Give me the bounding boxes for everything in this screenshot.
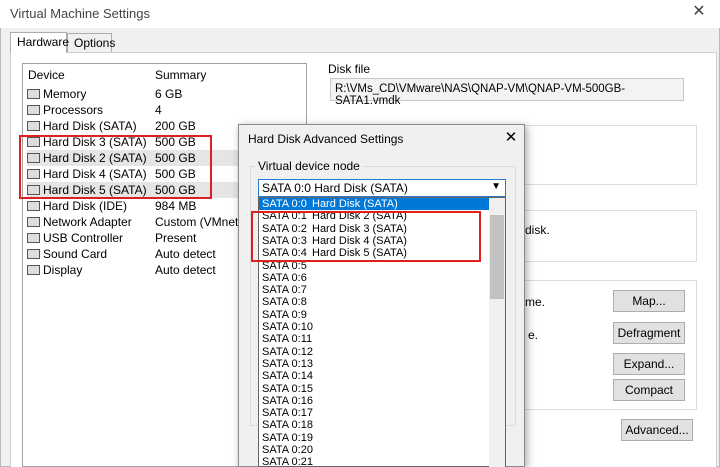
device-node-label: Virtual device node [256, 159, 362, 173]
device-column-header[interactable]: Device [28, 68, 65, 82]
dropdown-option[interactable]: SATA 0:7 [259, 284, 489, 296]
map-button[interactable]: Map... [613, 290, 685, 312]
option-node: SATA 0:16 [262, 394, 313, 407]
dropdown-option[interactable]: SATA 0:0 Hard Disk (SATA) [259, 198, 489, 211]
defragment-button[interactable]: Defragment [613, 322, 685, 344]
partial-text-e: e. [528, 328, 539, 342]
dropdown-option[interactable]: SATA 0:14 [259, 370, 489, 382]
dropdown-option[interactable]: SATA 0:21 [259, 456, 489, 467]
disk-file-path: R:\VMs_CD\VMware\NAS\QNAP-VM\QNAP-VM-500… [335, 83, 626, 107]
dropdown-option[interactable]: SATA 0:17 [259, 407, 489, 419]
device-node-selected: SATA 0:0 Hard Disk (SATA) [262, 181, 408, 195]
dropdown-option[interactable]: SATA 0:10 [259, 321, 489, 333]
option-node: SATA 0:14 [262, 370, 313, 383]
device-icon [27, 89, 40, 99]
device-name: Processors [43, 103, 104, 117]
option-node: SATA 0:18 [262, 419, 313, 432]
device-icon [27, 249, 40, 259]
option-node: SATA 0:12 [262, 345, 313, 358]
device-icon [27, 233, 40, 243]
annotation-box-options [251, 211, 481, 262]
device-node-select[interactable]: SATA 0:0 Hard Disk (SATA) ▼ [258, 179, 506, 197]
device-name: Network Adapter [43, 215, 132, 229]
disk-file-field[interactable]: R:\VMs_CD\VMware\NAS\QNAP-VM\QNAP-VM-500… [330, 78, 684, 107]
advanced-button[interactable]: Advanced... [621, 419, 693, 441]
option-device: Hard Disk (SATA) [312, 198, 398, 210]
option-node: SATA 0:8 [262, 296, 307, 309]
option-node: SATA 0:9 [262, 308, 307, 321]
expand-button[interactable]: Expand... [613, 353, 685, 375]
dropdown-option[interactable]: SATA 0:19 [259, 432, 489, 444]
tab-options[interactable]: Options [67, 33, 115, 52]
option-node: SATA 0:6 [262, 271, 307, 284]
partial-text-disk: disk. [525, 223, 550, 237]
summary-column-header[interactable]: Summary [155, 68, 206, 82]
disk-file-label: Disk file [328, 62, 371, 76]
chevron-down-icon[interactable]: ▼ [491, 181, 501, 192]
close-icon[interactable]: ✕ [686, 2, 712, 24]
device-summary: 6 GB [155, 87, 183, 101]
device-row[interactable]: Memory 6 GB [27, 86, 307, 102]
dropdown-option[interactable]: SATA 0:6 [259, 272, 489, 284]
dropdown-option[interactable]: SATA 0:12 [259, 346, 489, 358]
option-node: SATA 0:13 [262, 357, 313, 370]
title-bar: Virtual Machine Settings ✕ [0, 0, 720, 28]
option-node: SATA 0:17 [262, 407, 313, 420]
dropdown-option[interactable]: SATA 0:16 [259, 395, 489, 407]
device-summary: 4 [155, 103, 162, 117]
option-node: SATA 0:10 [262, 321, 313, 333]
device-summary: 200 GB [155, 119, 196, 133]
partial-text-me: me. [525, 295, 546, 309]
option-node: SATA 0:11 [262, 333, 313, 346]
device-summary: Custom (VMnet1) [155, 215, 250, 229]
dropdown-option[interactable]: SATA 0:8 [259, 296, 489, 308]
dropdown-option[interactable]: SATA 0:20 [259, 444, 489, 456]
device-icon [27, 201, 40, 211]
dropdown-option[interactable]: SATA 0:15 [259, 383, 489, 395]
option-node: SATA 0:21 [262, 456, 313, 467]
device-row[interactable]: Processors 4 [27, 102, 307, 118]
option-node: SATA 0:0 [262, 198, 307, 210]
device-summary: Auto detect [155, 263, 216, 277]
device-name: Memory [43, 87, 87, 101]
dropdown-option[interactable]: SATA 0:18 [259, 419, 489, 431]
device-summary: Present [155, 231, 197, 245]
device-icon [27, 265, 40, 275]
compact-button[interactable]: Compact [613, 379, 685, 401]
dialog-title: Hard Disk Advanced Settings [248, 132, 404, 146]
option-node: SATA 0:20 [262, 444, 313, 456]
device-icon [27, 121, 40, 131]
tab-hardware[interactable]: Hardware [10, 32, 69, 53]
dialog-close-icon[interactable]: ✕ [500, 127, 522, 149]
device-summary: Auto detect [155, 247, 216, 261]
device-name: Hard Disk (IDE) [43, 199, 128, 213]
dropdown-option[interactable]: SATA 0:13 [259, 358, 489, 370]
device-icon [27, 105, 40, 115]
option-node: SATA 0:19 [262, 431, 313, 444]
device-name: Sound Card [43, 247, 108, 261]
option-node: SATA 0:7 [262, 284, 307, 297]
device-name: USB Controller [43, 231, 124, 245]
device-summary: 984 MB [155, 199, 197, 213]
dropdown-option[interactable]: SATA 0:9 [259, 309, 489, 321]
device-name: Display [43, 263, 83, 277]
dropdown-option[interactable]: SATA 0:11 [259, 333, 489, 345]
device-icon [27, 217, 40, 227]
option-node: SATA 0:15 [262, 382, 313, 395]
scrollbar-thumb[interactable] [490, 215, 504, 299]
device-name: Hard Disk (SATA) [43, 119, 137, 133]
window-title: Virtual Machine Settings [10, 6, 150, 21]
annotation-box-devices [19, 135, 212, 199]
